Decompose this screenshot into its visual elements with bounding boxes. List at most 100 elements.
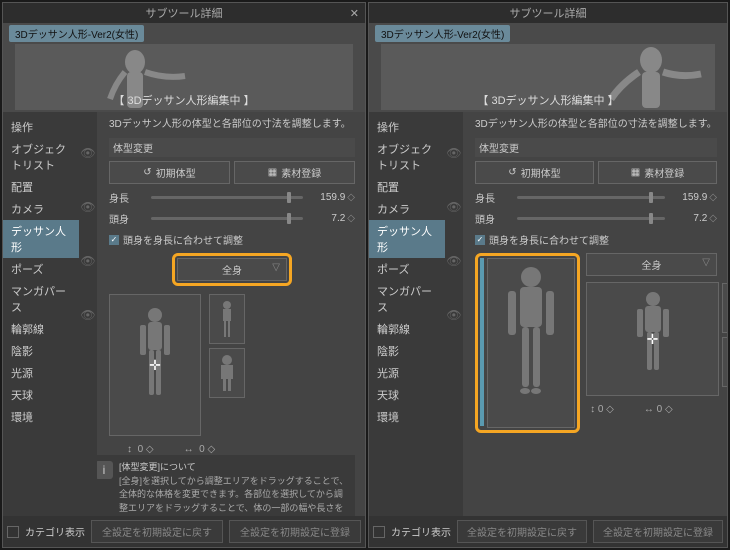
close-icon[interactable]: ✕ — [350, 7, 359, 20]
auto-heads-checkbox[interactable]: ✓ 頭身を身長に合わせて調整 — [475, 232, 717, 247]
body-part-dropdown[interactable]: 全身 — [586, 253, 717, 276]
sidebar-item[interactable]: 環境 — [3, 406, 79, 428]
sidebar-item[interactable]: 操作 — [369, 116, 445, 138]
eye-icon[interactable]: 👁 — [446, 254, 461, 268]
category-view-checkbox[interactable] — [7, 526, 19, 538]
register-material-button[interactable]: ▦素材登録 — [598, 161, 717, 184]
check-icon: ✓ — [109, 235, 119, 245]
body-thumb[interactable] — [209, 294, 245, 344]
visibility-strip: 👁 👁 👁 👁 — [445, 112, 463, 516]
sidebar-item[interactable]: 天球 — [369, 384, 445, 406]
info-icon: i — [95, 461, 113, 479]
eye-icon[interactable]: 👁 — [446, 308, 461, 322]
sidebar-item[interactable]: 天球 — [3, 384, 79, 406]
sidebar-item[interactable]: オブジェクトリスト — [3, 138, 79, 176]
window-title: サブツール詳細 — [510, 5, 587, 21]
grid-icon: ▦ — [631, 167, 640, 178]
h-adjust[interactable]: ↕ 0 ◇ — [590, 404, 614, 415]
info-body: [全身]を選択してから調整エリアをドラッグすることで、全体的な体格を変更できます… — [119, 475, 349, 517]
banner-text: 【 3Dデッサン人形編集中 】 — [113, 92, 254, 108]
height-label: 身長 — [109, 190, 143, 205]
height-slider[interactable] — [517, 196, 665, 199]
sidebar-item[interactable]: オブジェクトリスト — [369, 138, 445, 176]
footer: カテゴリ表示 全設定を初期設定に戻す 全設定を初期設定に登録 — [3, 516, 365, 547]
v-adjust[interactable]: ↔ 0 ◇ — [184, 444, 216, 455]
header: 3Dデッサン人形-Ver2(女性) 【 3Dデッサン人形編集中 】 — [3, 23, 365, 112]
sidebar-item[interactable]: マンガパース — [3, 280, 79, 318]
body-thumb[interactable] — [722, 337, 727, 387]
v-adjust[interactable]: ↔ 0 ◇ — [644, 404, 673, 415]
sidebar-item[interactable]: カメラ — [369, 198, 445, 220]
sidebar-item[interactable]: 輪郭線 — [369, 318, 445, 340]
body-part-dropdown[interactable]: 全身 — [177, 258, 287, 281]
banner-text: 【 3Dデッサン人形編集中 】 — [477, 92, 618, 108]
sidebar-item[interactable]: 輪郭線 — [3, 318, 79, 340]
visibility-strip: 👁 👁 👁 👁 — [79, 112, 97, 516]
body-figure-secondary[interactable]: ✛ — [586, 282, 719, 396]
window-title: サブツール詳細 — [146, 5, 223, 21]
sidebar-item[interactable]: 光源 — [369, 362, 445, 384]
eye-icon[interactable]: 👁 — [80, 146, 95, 160]
heads-label: 頭身 — [475, 211, 509, 226]
model-tag: 3Dデッサン人形-Ver2(女性) — [375, 25, 510, 42]
eye-icon[interactable]: 👁 — [80, 200, 95, 214]
h-adjust[interactable]: ↕ 0 ◇ — [127, 444, 154, 455]
sidebar-item[interactable]: カメラ — [3, 198, 79, 220]
category-view-label: カテゴリ表示 — [25, 524, 85, 539]
reset-all-button[interactable]: 全設定を初期設定に戻す — [457, 520, 587, 543]
reset-body-button[interactable]: ↺初期体型 — [475, 161, 594, 184]
section-label: 体型変更 — [109, 138, 355, 157]
save-all-button[interactable]: 全設定を初期設定に登録 — [593, 520, 723, 543]
sidebar-item[interactable]: 環境 — [369, 406, 445, 428]
highlight-box — [475, 253, 580, 433]
heads-slider[interactable] — [517, 217, 665, 220]
heads-slider[interactable] — [151, 217, 303, 220]
body-thumb[interactable] — [209, 348, 245, 398]
heads-value: 7.2◇ — [311, 213, 355, 224]
sidebar-item[interactable]: 配置 — [3, 176, 79, 198]
sidebar-item-selected[interactable]: デッサン人形 — [3, 220, 79, 258]
crosshair-icon: ✛ — [149, 357, 161, 374]
body-figure-main[interactable]: ✛ — [109, 294, 201, 436]
sidebar-item[interactable]: 操作 — [3, 116, 79, 138]
header: 3Dデッサン人形-Ver2(女性) 【 3Dデッサン人形編集中 】 — [369, 23, 727, 112]
section-label: 体型変更 — [475, 138, 717, 157]
sidebar-item[interactable]: マンガパース — [369, 280, 445, 318]
height-value: 159.9◇ — [311, 192, 355, 203]
reset-icon: ↺ — [143, 167, 151, 178]
sidebar-item[interactable]: 陰影 — [3, 340, 79, 362]
sidebar-item[interactable]: 配置 — [369, 176, 445, 198]
eye-icon[interactable]: 👁 — [80, 308, 95, 322]
register-material-button[interactable]: ▦素材登録 — [234, 161, 355, 184]
sidebar-item[interactable]: ポーズ — [369, 258, 445, 280]
sidebar-item[interactable]: 陰影 — [369, 340, 445, 362]
height-slider[interactable] — [151, 196, 303, 199]
body-figure-main[interactable] — [487, 258, 575, 428]
description: 3Dデッサン人形の体型と各部位の寸法を調整します。 — [475, 118, 717, 132]
height-value: 159.9◇ — [673, 192, 717, 203]
eye-icon[interactable]: 👁 — [446, 200, 461, 214]
eye-icon[interactable]: 👁 — [446, 146, 461, 160]
crosshair-icon: ✛ — [647, 331, 659, 348]
description: 3Dデッサン人形の体型と各部位の寸法を調整します。 — [109, 118, 355, 132]
auto-heads-checkbox[interactable]: ✓ 頭身を身長に合わせて調整 — [109, 232, 355, 247]
sidebar-item[interactable]: 光源 — [3, 362, 79, 384]
window-titlebar: サブツール詳細 ✕ — [3, 3, 365, 23]
preview-area: 【 3Dデッサン人形編集中 】 — [381, 44, 715, 110]
check-icon: ✓ — [475, 235, 485, 245]
window-titlebar: サブツール詳細 — [369, 3, 727, 23]
reset-icon: ↺ — [508, 167, 516, 178]
category-view-label: カテゴリ表示 — [391, 524, 451, 539]
sidebar-item[interactable]: ポーズ — [3, 258, 79, 280]
save-all-button[interactable]: 全設定を初期設定に登録 — [229, 520, 361, 543]
body-thumb[interactable] — [722, 283, 727, 333]
eye-icon[interactable]: 👁 — [80, 254, 95, 268]
reset-all-button[interactable]: 全設定を初期設定に戻す — [91, 520, 223, 543]
reset-body-button[interactable]: ↺初期体型 — [109, 161, 230, 184]
category-sidebar: 操作 オブジェクトリスト 配置 カメラ デッサン人形 ポーズ マンガパース 輪郭… — [369, 112, 445, 516]
category-sidebar: 操作 オブジェクトリスト 配置 カメラ デッサン人形 ポーズ マンガパース 輪郭… — [3, 112, 79, 516]
sidebar-item-selected[interactable]: デッサン人形 — [369, 220, 445, 258]
height-label: 身長 — [475, 190, 509, 205]
category-view-checkbox[interactable] — [373, 526, 385, 538]
info-panel: i [体型変更]について [全身]を選択してから調整エリアをドラッグすることで、… — [89, 455, 355, 516]
